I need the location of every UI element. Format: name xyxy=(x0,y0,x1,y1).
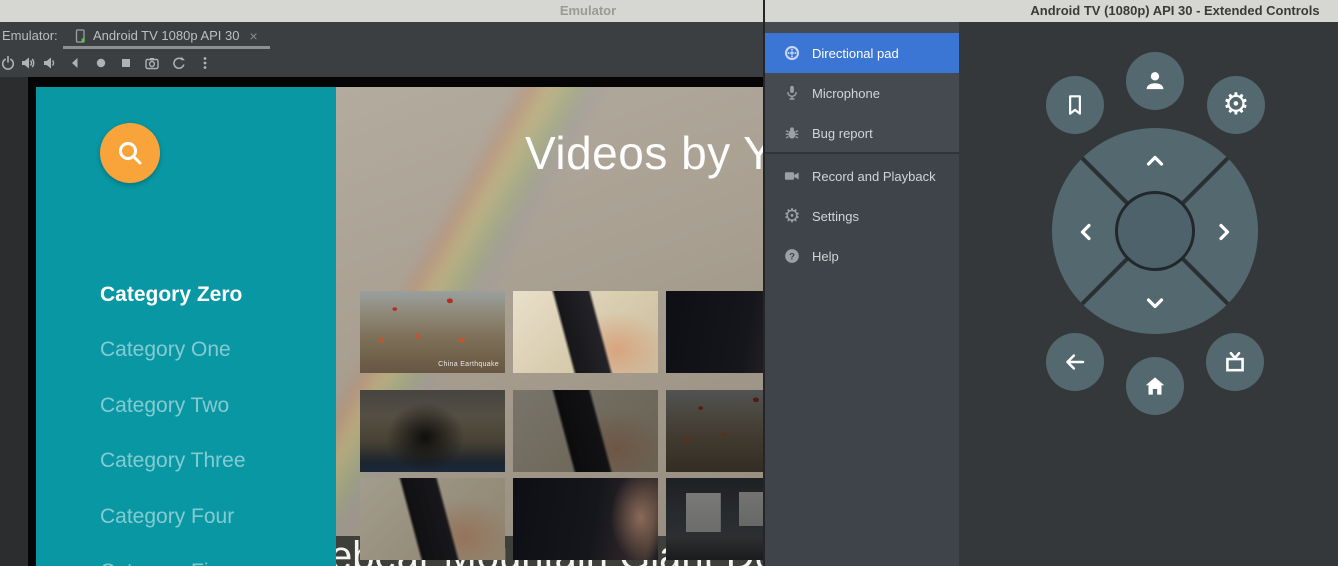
video-thumbnail[interactable] xyxy=(666,291,765,373)
dpad-center-button[interactable] xyxy=(1115,191,1195,271)
home-button[interactable] xyxy=(1126,357,1184,415)
menu-item-directional-pad[interactable]: Directional pad xyxy=(765,33,959,73)
more-button[interactable] xyxy=(197,55,213,71)
emulator-window-title: Emulator xyxy=(400,3,776,18)
extended-controls-window-title: Android TV (1080p) API 30 - Extended Con… xyxy=(1012,3,1338,18)
category-item[interactable]: Category Four xyxy=(100,505,234,529)
category-item[interactable]: Category Zero xyxy=(100,283,242,307)
power-button[interactable] xyxy=(0,55,16,71)
more-vert-icon xyxy=(197,55,213,71)
video-thumbnail[interactable] xyxy=(513,390,658,472)
chevron-right-icon xyxy=(1212,220,1236,244)
stop-button[interactable] xyxy=(118,55,134,71)
camera-icon xyxy=(144,55,160,71)
tv-icon xyxy=(1221,348,1249,376)
dpad-down-button[interactable] xyxy=(1143,291,1167,315)
emulator-panel-label: Emulator: xyxy=(2,28,58,43)
emulator-toolbar xyxy=(0,49,765,77)
volume-up-button[interactable] xyxy=(20,55,36,71)
videocam-icon xyxy=(782,166,802,186)
record-icon xyxy=(93,55,109,71)
rotate-icon xyxy=(171,55,187,71)
emulator-screen-bezel: ebear Mountain Giant Double Fu... Videos… xyxy=(28,77,765,566)
tv-browse-content: ebear Mountain Giant Double Fu... Videos… xyxy=(336,87,765,566)
dpad-right-button[interactable] xyxy=(1212,220,1236,244)
dpad-pane: ⚙ xyxy=(959,22,1338,566)
category-item[interactable]: Category Three xyxy=(100,449,246,473)
video-thumbnail[interactable] xyxy=(513,478,658,560)
gear-icon: ⚙ xyxy=(782,206,802,226)
video-thumbnail[interactable] xyxy=(666,478,765,560)
bug-icon xyxy=(782,123,802,143)
desktop: Emulator Android TV (1080p) API 30 - Ext… xyxy=(0,0,1338,566)
help-icon: ? xyxy=(782,246,802,266)
search-button[interactable] xyxy=(100,123,160,183)
volume-down-button[interactable] xyxy=(42,55,58,71)
browse-title: Videos by Y xyxy=(525,126,765,180)
menu-item-help[interactable]: ? Help xyxy=(765,236,959,276)
profile-button[interactable] xyxy=(1126,52,1184,110)
menu-item-microphone[interactable]: Microphone xyxy=(765,73,959,113)
back-button-remote[interactable] xyxy=(1046,333,1104,391)
category-item[interactable]: Category Five xyxy=(100,560,231,566)
power-icon xyxy=(0,55,16,71)
home-icon xyxy=(1142,373,1168,399)
emulator-tab[interactable]: Android TV 1080p API 30 × xyxy=(72,22,270,49)
search-icon xyxy=(115,138,145,168)
gear-icon: ⚙ xyxy=(1223,90,1250,120)
menu-item-record-playback[interactable]: Record and Playback xyxy=(765,156,959,196)
chevron-down-icon xyxy=(1143,291,1167,315)
dpad-icon xyxy=(782,43,802,63)
person-icon xyxy=(1141,67,1169,95)
close-icon[interactable]: × xyxy=(249,29,257,43)
device-icon xyxy=(72,28,88,44)
video-thumbnail[interactable] xyxy=(513,291,658,373)
video-thumbnail[interactable] xyxy=(360,478,505,560)
tv-button[interactable] xyxy=(1206,333,1264,391)
settings-button[interactable]: ⚙ xyxy=(1207,76,1265,134)
rotate-button[interactable] xyxy=(171,55,187,71)
chevron-up-icon xyxy=(1143,149,1167,173)
os-titlebar: Emulator Android TV (1080p) API 30 - Ext… xyxy=(0,0,1338,23)
volume-up-icon xyxy=(20,55,36,71)
emulator-tab-label: Android TV 1080p API 30 xyxy=(93,28,239,43)
dpad-left-button[interactable] xyxy=(1074,220,1098,244)
bookmark-button[interactable] xyxy=(1046,76,1104,134)
record-button[interactable] xyxy=(93,55,109,71)
thumbnail-watermark: China Earthquake xyxy=(438,361,499,368)
back-arrow-icon xyxy=(1062,349,1088,375)
android-tv-screen: ebear Mountain Giant Double Fu... Videos… xyxy=(36,87,765,566)
screenshot-button[interactable] xyxy=(144,55,160,71)
extended-controls-window: Directional pad Microphone xyxy=(765,22,1338,566)
back-button[interactable] xyxy=(67,55,83,71)
volume-down-icon xyxy=(42,55,58,71)
back-icon xyxy=(67,55,83,71)
extended-controls-menu: Directional pad Microphone xyxy=(765,22,959,566)
category-item[interactable]: Category Two xyxy=(100,394,229,418)
video-thumbnail[interactable] xyxy=(666,390,765,472)
menu-item-settings[interactable]: ⚙ Settings xyxy=(765,196,959,236)
emulator-tab-bar: Emulator: Android TV 1080p API 30 × xyxy=(0,22,765,50)
stop-icon xyxy=(118,55,134,71)
video-thumbnail[interactable]: China Earthquake xyxy=(360,291,505,373)
video-thumbnail[interactable] xyxy=(360,390,505,472)
menu-divider xyxy=(765,152,959,154)
category-item[interactable]: Category One xyxy=(100,338,231,362)
directional-pad[interactable] xyxy=(1052,128,1258,334)
tv-category-sidebar: Category Zero Category One Category Two … xyxy=(36,87,336,566)
svg-text:?: ? xyxy=(789,252,795,263)
menu-item-bug-report[interactable]: Bug report xyxy=(765,113,959,153)
bookmark-icon xyxy=(1062,92,1088,118)
microphone-icon xyxy=(782,83,802,103)
chevron-left-icon xyxy=(1074,220,1098,244)
dpad-up-button[interactable] xyxy=(1143,149,1167,173)
